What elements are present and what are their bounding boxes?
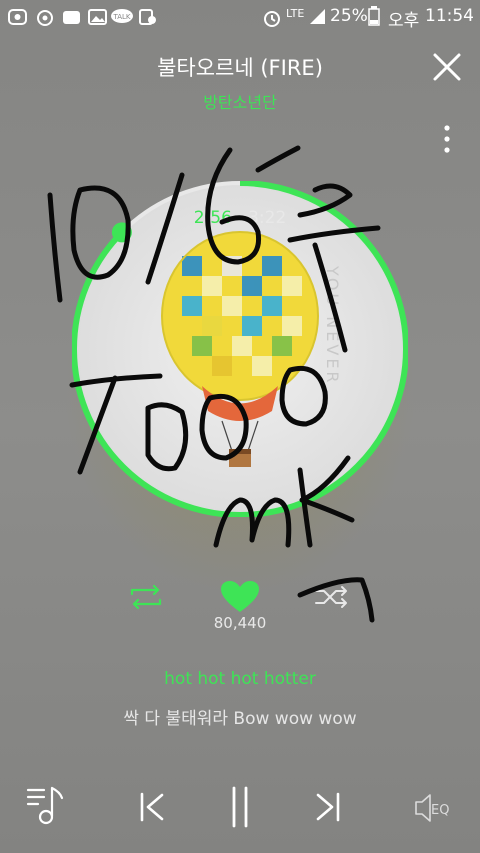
artist-name[interactable]: 방탄소년단 [0, 89, 480, 113]
music-notification-icon [37, 10, 53, 26]
total-duration: 3:22 [248, 208, 287, 228]
time-ampm: 오후 [388, 11, 420, 31]
heart-icon[interactable] [220, 580, 260, 614]
more-vertical-icon[interactable] [437, 122, 457, 156]
pause-icon[interactable] [226, 786, 254, 828]
cloud-notification-icon [63, 11, 80, 24]
equalizer-icon[interactable]: EQ [414, 792, 458, 824]
next-icon[interactable] [314, 792, 342, 822]
shuffle-icon[interactable] [314, 584, 350, 610]
battery-icon [368, 6, 380, 26]
lyric-next-line[interactable]: 싹 다 불태워라 Bow wow wow [0, 704, 480, 729]
lyric-current-line[interactable]: hot hot hot hotter [0, 669, 480, 689]
time-separator: · [237, 208, 243, 228]
close-icon[interactable] [430, 50, 464, 84]
equalizer-label: EQ [431, 803, 449, 818]
clock: 11:54 [425, 6, 474, 26]
elapsed-time: 2:56 [193, 208, 232, 228]
app-notification-icon [8, 9, 27, 25]
playlist-icon[interactable] [26, 786, 68, 826]
time-display: 2:56 · 3:22 [0, 208, 480, 228]
kakaotalk-notification-icon: TALK [111, 9, 133, 23]
repeat-icon[interactable] [128, 584, 164, 610]
album-art-disc[interactable]: YOU NEVER [72, 181, 408, 517]
status-bar: TALK LTE 25% 오후 11:54 [0, 0, 480, 34]
signal-icon [310, 9, 325, 24]
like-count: 80,440 [213, 614, 267, 632]
song-title: 불타오르네 (FIRE) [157, 56, 323, 80]
svg-text:TALK: TALK [112, 13, 130, 21]
network-type-label: LTE [286, 7, 305, 20]
gallery-notification-icon [88, 9, 107, 25]
alarm-icon [264, 11, 280, 27]
delivery-notification-icon [139, 9, 156, 25]
svg-text:YOU NEVER: YOU NEVER [323, 265, 342, 386]
battery-percent: 25% [330, 6, 368, 26]
previous-icon[interactable] [138, 792, 166, 822]
